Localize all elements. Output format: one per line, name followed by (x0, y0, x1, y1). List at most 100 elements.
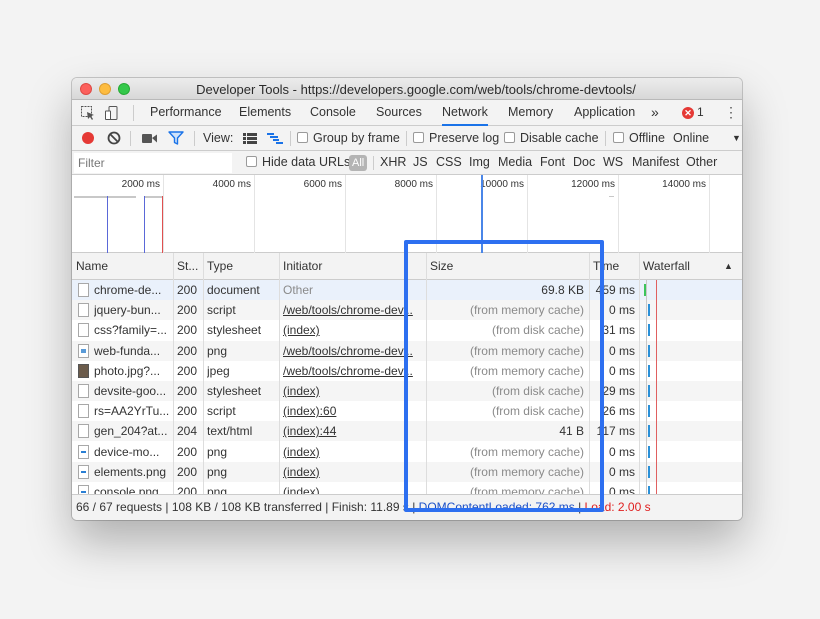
filter-media[interactable]: Media (498, 151, 532, 174)
waterfall-bar[interactable] (648, 324, 650, 337)
column-divider[interactable] (639, 253, 640, 494)
request-initiator[interactable]: /web/tools/chrome-dev... (283, 341, 423, 361)
request-initiator[interactable]: (index):44 (283, 421, 423, 441)
request-status: 200 (177, 343, 198, 358)
toolbar-divider (133, 105, 134, 121)
column-header-type[interactable]: Type (203, 253, 279, 280)
request-name[interactable]: css?family=... (94, 320, 170, 340)
overview-tick-label: 6000 ms (303, 179, 342, 190)
view-label: View: (203, 131, 234, 145)
filter-input[interactable] (74, 153, 232, 173)
disable-cache-checkbox[interactable]: Disable cache (504, 126, 599, 150)
dom-content-loaded-marker (107, 196, 108, 253)
waterfall-bar[interactable] (648, 445, 650, 458)
video-camera-icon[interactable] (142, 133, 158, 147)
group-by-frame-checkbox[interactable]: Group by frame (297, 126, 400, 150)
filter-css[interactable]: CSS (436, 151, 462, 174)
column-header-status[interactable]: St... (173, 253, 203, 280)
request-name[interactable]: chrome-de... (94, 280, 170, 300)
tab-memory[interactable]: Memory (508, 100, 553, 126)
error-count[interactable]: 1 (697, 100, 704, 125)
preserve-log-checkbox[interactable]: Preserve log (413, 126, 499, 150)
tab-sources[interactable]: Sources (376, 100, 422, 126)
checkbox-box[interactable] (297, 132, 308, 143)
checkbox-box[interactable] (613, 132, 624, 143)
request-initiator[interactable]: (index) (283, 320, 423, 340)
filter-all-button[interactable]: All (349, 155, 368, 171)
error-icon[interactable]: ✕ (682, 107, 694, 119)
column-divider[interactable] (173, 253, 174, 494)
request-name[interactable]: photo.jpg?... (94, 361, 170, 381)
waterfall-bar[interactable] (648, 465, 650, 478)
throttling-select[interactable]: Online (673, 126, 709, 150)
tab-application[interactable]: Application (574, 100, 635, 126)
waterfall-bar[interactable] (648, 425, 650, 438)
more-tabs-button[interactable]: » (651, 100, 659, 126)
checkbox-box[interactable] (413, 132, 424, 143)
tab-console[interactable]: Console (310, 100, 356, 126)
filter-ws[interactable]: WS (603, 151, 623, 174)
record-icon[interactable] (82, 132, 94, 147)
request-status: 200 (177, 323, 198, 338)
tab-performance[interactable]: Performance (150, 100, 222, 126)
toolbar-divider (130, 131, 131, 146)
request-initiator[interactable]: /web/tools/chrome-dev... (283, 361, 423, 381)
title-bar: Developer Tools - https://developers.goo… (72, 78, 742, 100)
document-file-icon (78, 404, 89, 419)
document-file-icon (78, 303, 89, 318)
large-rows-icon[interactable] (243, 133, 257, 147)
column-divider[interactable] (279, 253, 280, 494)
waterfall-bar[interactable] (648, 364, 650, 377)
waterfall-bar[interactable] (648, 344, 650, 357)
request-name[interactable]: device-mo... (94, 442, 170, 462)
request-type: jpeg (207, 363, 230, 378)
request-type: png (207, 343, 228, 358)
clear-icon[interactable] (107, 131, 121, 148)
request-name[interactable]: rs=AA2YrTu... (94, 401, 170, 421)
column-divider[interactable] (203, 253, 204, 494)
chevron-down-icon[interactable]: ▼ (732, 126, 741, 150)
request-initiator[interactable]: (index) (283, 462, 423, 482)
tab-network[interactable]: Network (442, 100, 488, 126)
filter-bar: Hide data URLs All XHR JS CSS Img Media … (72, 151, 742, 175)
request-name[interactable]: jquery-bun... (94, 300, 170, 320)
request-initiator[interactable]: /web/tools/chrome-dev... (283, 300, 423, 320)
checkbox-box[interactable] (504, 132, 515, 143)
image-file-icon (78, 444, 89, 459)
document-file-icon (78, 424, 89, 439)
overview-request-bar (74, 196, 136, 198)
column-header-waterfall[interactable]: Waterfall (639, 253, 719, 280)
tab-elements[interactable]: Elements (239, 100, 291, 126)
waterfall-bar[interactable] (648, 385, 650, 397)
filter-doc[interactable]: Doc (573, 151, 595, 174)
request-initiator[interactable]: (index):60 (283, 401, 423, 421)
waterfall-overview-icon[interactable] (267, 133, 283, 147)
device-toolbar-icon[interactable] (104, 105, 120, 124)
filter-font[interactable]: Font (540, 151, 565, 174)
filter-icon[interactable] (168, 131, 184, 148)
waterfall-bar[interactable] (648, 304, 650, 317)
offline-checkbox[interactable]: Offline (613, 126, 665, 150)
request-initiator[interactable]: (index) (283, 442, 423, 462)
filter-img[interactable]: Img (469, 151, 490, 174)
panel-tab-bar: Performance Elements Console Sources Net… (72, 100, 742, 126)
filter-other[interactable]: Other (686, 151, 717, 174)
request-name[interactable]: elements.png (94, 462, 170, 482)
toolbar-divider (194, 131, 195, 146)
filter-manifest[interactable]: Manifest (632, 151, 679, 174)
sort-ascending-icon[interactable]: ▲ (720, 253, 738, 280)
image-file-icon (78, 464, 89, 479)
hide-data-urls-checkbox[interactable]: Hide data URLs (246, 151, 350, 174)
waterfall-bar[interactable] (648, 405, 650, 418)
overview-request-bar (144, 196, 162, 198)
more-options-icon[interactable]: ⋮ (724, 104, 738, 120)
request-initiator[interactable]: (index) (283, 381, 423, 401)
request-name[interactable]: web-funda... (94, 341, 170, 361)
request-name[interactable]: gen_204?at... (94, 421, 170, 441)
request-name[interactable]: devsite-goo... (94, 381, 170, 401)
filter-js[interactable]: JS (413, 151, 428, 174)
inspect-element-icon[interactable] (80, 105, 96, 124)
column-header-name[interactable]: Name (72, 253, 173, 280)
checkbox-box[interactable] (246, 156, 257, 167)
filter-xhr[interactable]: XHR (380, 151, 406, 174)
